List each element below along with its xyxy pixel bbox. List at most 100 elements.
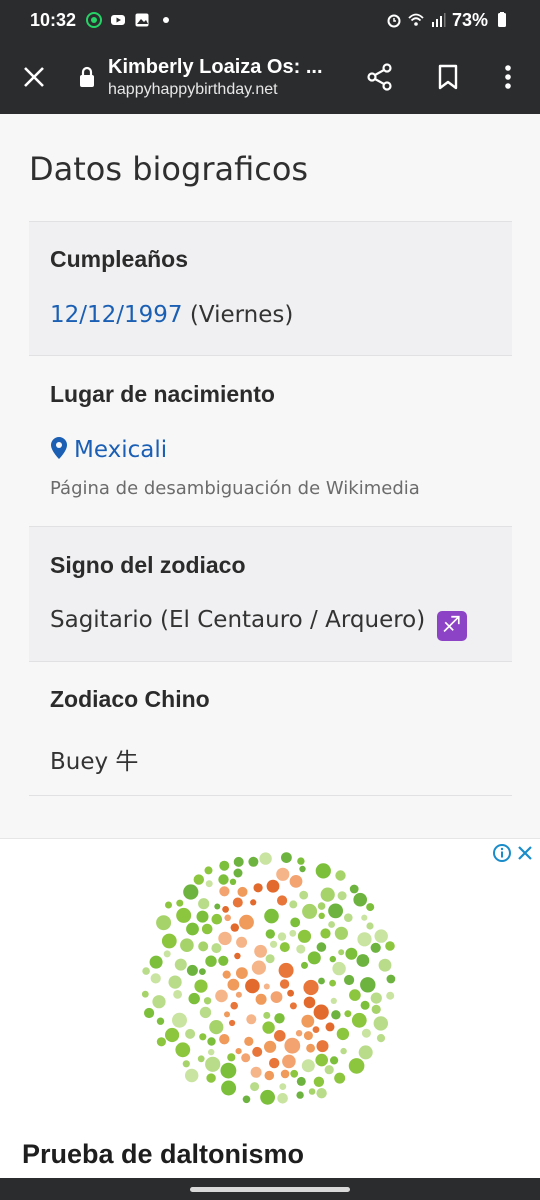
plate-dot [289,929,297,937]
signal-icon [431,13,446,27]
plate-dot [176,899,184,907]
gallery-icon [135,13,149,27]
plate-dot [198,898,210,910]
plate-dot [297,857,305,865]
section-divider [29,795,512,796]
plate-dot [386,991,395,1000]
plate-dot [211,913,223,925]
sagittarius-icon: ♐ [436,610,467,641]
plate-dot [351,1012,367,1028]
plate-dot [277,1093,288,1104]
plate-dot [356,954,370,967]
battery-icon [498,12,506,27]
plate-dot [218,931,232,946]
plate-dot [237,886,248,897]
plate-dot [163,950,171,958]
plate-dot [156,1037,166,1047]
plate-dot [175,1042,191,1058]
plate-dot [287,989,294,997]
plate-dot [186,964,198,976]
plate-dot [229,878,237,885]
plate-dot [303,1031,313,1041]
plate-dot [193,874,204,885]
plate-dot [250,899,257,906]
plate-dot [221,1080,237,1096]
plate-dot [227,1053,236,1062]
plate-dot [246,1014,257,1025]
plate-dot [185,1028,196,1039]
plate-dot [222,906,229,913]
plate-dot [349,989,361,1001]
bookmark-button[interactable] [424,53,472,101]
plate-dot [334,926,348,940]
plate-dot [197,1055,205,1063]
plate-dot [345,947,358,960]
more-options-button[interactable] [484,53,532,101]
plate-dot [232,897,243,908]
plate-dot [188,992,200,1005]
plate-dot [218,955,229,966]
plate-dot [264,908,279,924]
plate-dot [281,852,292,863]
plate-dot [303,996,316,1009]
plate-dot [290,917,301,928]
plate-dot [199,1033,207,1041]
share-button[interactable] [356,53,404,101]
plate-dot [227,978,240,991]
plate-dot [373,1016,388,1031]
plate-dot [279,942,290,953]
plate-dot [253,883,263,893]
plate-dot [358,1045,373,1060]
plate-dot [198,941,209,952]
plate-dot [259,852,272,865]
plate-dot [318,912,325,919]
plate-dot [316,1088,327,1099]
plate-dot [185,1068,199,1083]
plate-dot [264,1070,275,1081]
plate-dot [277,932,287,941]
birthday-date-link[interactable]: 12/12/1997 [50,302,183,328]
plate-dot [201,923,213,935]
share-icon [367,63,392,91]
plate-dot [331,1010,341,1020]
chinese-zodiac-row: Zodiaco Chino Buey 牛 [29,661,512,795]
plate-dot [289,1002,297,1010]
plate-dot [205,955,217,967]
system-status: 73% [386,10,510,31]
plate-dot [306,1043,315,1053]
chinese-zodiac-label: Zodiaco Chino [50,686,210,712]
birthday-row: Cumpleaños 12/12/1997 (Viernes) [29,221,512,355]
whatsapp-icon [86,12,103,28]
plate-dot [234,952,241,960]
ad-banner[interactable]: Prueba de daltonismo [0,838,540,1178]
url-bar[interactable]: Kimberly Loaiza Os: ... happyhappybirthd… [108,56,338,99]
plate-dot [386,974,396,984]
plate-dot [366,903,375,912]
plate-dot [313,1076,325,1087]
ad-close-icon[interactable] [516,844,534,862]
location-pin-icon [51,437,67,459]
plate-dot [248,856,259,867]
section-heading: Datos biograficos [29,150,309,188]
plate-dot [374,929,388,943]
plate-dot [263,1011,271,1019]
home-handle[interactable] [190,1187,350,1192]
plate-dot [270,940,278,948]
plate-dot [344,913,353,922]
plate-dot [176,907,192,923]
plate-dot [340,1047,347,1055]
birthplace-link[interactable]: Mexicali [74,437,167,463]
dot-icon [163,17,170,23]
plate-dot [208,1048,215,1056]
plate-dot [220,1062,237,1079]
ad-info-icon[interactable] [492,843,512,863]
plate-dot [262,1021,275,1034]
close-tab-button[interactable] [10,53,58,101]
plate-dot [378,958,392,972]
birthday-weekday: (Viernes) [189,302,294,328]
plate-dot [194,979,208,993]
plate-dot [338,949,345,956]
plate-dot [299,865,306,873]
plate-dot [209,1020,224,1035]
plate-dot [229,1019,236,1027]
